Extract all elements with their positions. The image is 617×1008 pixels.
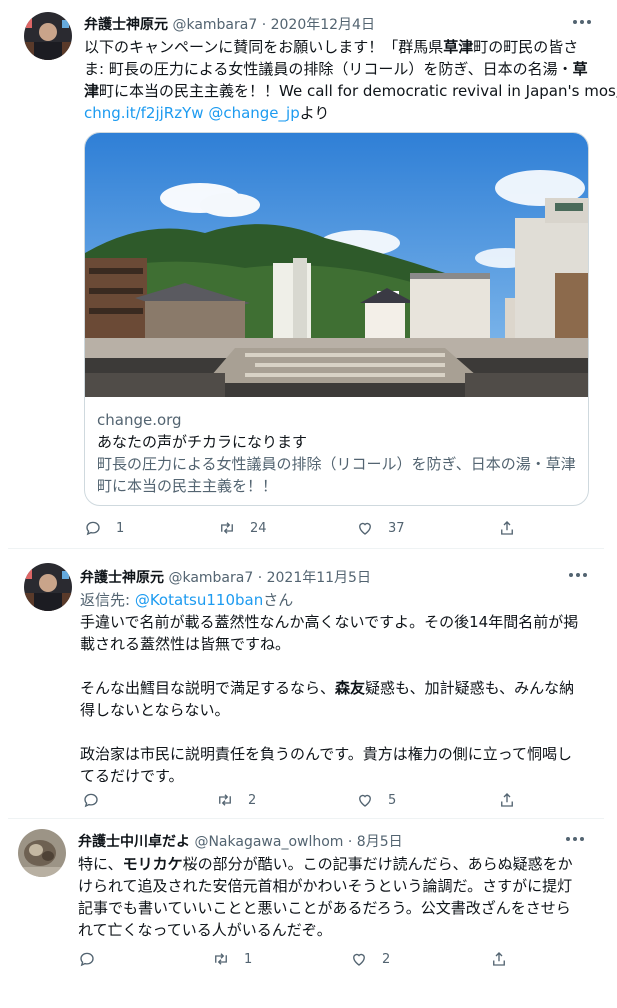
retweet-icon — [215, 953, 227, 965]
text-line: そんな出鱈目な説明で満足するなら、森友疑惑も、加計疑惑も、みんな納 — [80, 679, 575, 697]
reply-button[interactable] — [82, 790, 114, 810]
like-button[interactable]: 2 — [350, 949, 390, 969]
author-handle[interactable]: @Nakagawa_owlhom — [194, 834, 343, 850]
share-button[interactable] — [498, 790, 516, 810]
share-icon — [501, 793, 513, 807]
author-handle[interactable]: @kambara7 — [172, 17, 257, 33]
like-count: 37 — [388, 520, 405, 536]
like-button[interactable]: 5 — [356, 790, 396, 810]
reply-icon — [84, 793, 98, 808]
link-card[interactable]: change.org あなたの声がチカラになります 町長の圧力による女性議員の排… — [84, 132, 589, 506]
author-handle[interactable]: @kambara7 — [168, 570, 253, 586]
text-line: 得しないとならない。 — [80, 701, 230, 719]
tweet-text: 返信先: @Kotatsu110banさん 手違いで名前が載る蓋然性なんか高くな… — [80, 589, 596, 787]
tweet-3[interactable]: 弁護士中川卓だよ @Nakagawa_owlhom · 8月5日 特に、モリカケ… — [4, 819, 600, 979]
mention-link[interactable]: @change_jp — [208, 104, 299, 122]
like-icon — [353, 953, 365, 966]
like-count: 5 — [388, 792, 397, 808]
author-name[interactable]: 弁護士神原元 — [80, 570, 164, 586]
text-line: 載される蓋然性は皆無ですね。 — [80, 635, 291, 653]
text-line: 記事でも書いていいことと悪いことがあるだろう。公文書改ざんをさせら — [78, 899, 571, 917]
dot-separator: · — [261, 17, 267, 33]
card-body: change.org あなたの声がチカラになります 町長の圧力による女性議員の排… — [97, 409, 576, 497]
avatar[interactable] — [24, 12, 72, 60]
avatar[interactable] — [24, 563, 72, 611]
text-line: chng.it/f2jjRzYw @change_jpより — [84, 104, 330, 122]
text-line: 津町に本当の民主主義を！！We call for democratic revi… — [84, 82, 617, 100]
tweet-1[interactable]: 弁護士神原元 @kambara7 · 2020年12月4日 以下のキャンペーンに… — [8, 0, 617, 548]
reply-icon — [86, 521, 100, 536]
tweet-header: 弁護士神原元 @kambara7 · 2021年11月5日 — [80, 567, 371, 587]
avatar[interactable] — [18, 829, 66, 877]
text-line: れて亡くなっている人がいるんだぞ。 — [78, 921, 332, 939]
like-icon — [359, 522, 371, 535]
action-bar: 2 5 — [80, 790, 596, 810]
dot-separator: · — [257, 570, 263, 586]
tweet-date[interactable]: 2020年12月4日 — [271, 17, 375, 33]
tweet-date[interactable]: 8月5日 — [357, 834, 403, 850]
card-domain: change.org — [97, 411, 182, 429]
card-title: あなたの声がチカラになります — [97, 433, 308, 451]
retweet-count: 1 — [244, 951, 253, 967]
card-image — [85, 133, 588, 397]
dot-separator: · — [347, 834, 353, 850]
text-line: 特に、モリカケ桜の部分が酷い。この記事だけ読んだら、あらぬ疑惑をか — [78, 855, 573, 873]
text-line — [80, 655, 596, 677]
author-name[interactable]: 弁護士中川卓だよ — [78, 834, 190, 850]
tweet-header: 弁護士中川卓だよ @Nakagawa_owlhom · 8月5日 — [78, 831, 403, 851]
author-name[interactable]: 弁護士神原元 — [84, 17, 168, 33]
like-count: 2 — [382, 951, 391, 967]
retweet-button[interactable]: 2 — [216, 790, 256, 810]
share-icon — [493, 952, 505, 966]
tweet-text: 以下のキャンペーンに賛同をお願いします！「群馬県草津町の町民の皆さ ま: 町長の… — [84, 36, 617, 124]
text-line — [80, 721, 596, 743]
more-icon[interactable] — [566, 836, 586, 842]
short-link[interactable]: chng.it/f2jjRzYw — [84, 104, 204, 122]
share-button[interactable] — [498, 518, 516, 538]
card-description: 町に本当の民主主義を！！ — [97, 477, 278, 495]
text-line: ま: 町長の圧力による女性議員の排除（リコール）を防ぎ、日本の名湯・草 — [84, 60, 588, 78]
action-bar: 1 2 — [78, 949, 592, 969]
reply-count: 1 — [116, 520, 125, 536]
tweet-2[interactable]: 弁護士神原元 @kambara7 · 2021年11月5日 返信先: @Kota… — [8, 549, 604, 818]
card-description: 町長の圧力による女性議員の排除（リコール）を防ぎ、日本の湯・草津 — [97, 455, 576, 473]
text-line: 以下のキャンペーンに賛同をお願いします！「群馬県草津町の町民の皆さ — [84, 38, 579, 56]
retweet-icon — [221, 522, 233, 534]
more-icon[interactable] — [569, 572, 589, 578]
text-line: 手違いで名前が載る蓋然性なんか高くないですよ。その後14年間名前が掲 — [80, 613, 579, 631]
tweet-text: 特に、モリカケ桜の部分が酷い。この記事だけ読んだら、あらぬ疑惑をか けられて追及… — [78, 853, 592, 941]
text-line: てるだけです。 — [80, 767, 184, 785]
tweet-header: 弁護士神原元 @kambara7 · 2020年12月4日 — [84, 14, 375, 34]
reply-context: 返信先: @Kotatsu110banさん — [80, 591, 294, 609]
mention-link[interactable]: @Kotatsu110ban — [135, 591, 263, 609]
text-line: 政治家は市民に説明責任を負うのんです。貴方は権力の側に立って恫喝し — [80, 745, 573, 763]
reply-button[interactable] — [78, 949, 110, 969]
tweet-date[interactable]: 2021年11月5日 — [267, 570, 371, 586]
like-icon — [359, 794, 371, 807]
retweet-button[interactable]: 24 — [218, 518, 267, 538]
text-line: けられて追及された安倍元首相がかわいそうという論調だ。さすがに提灯 — [78, 877, 573, 895]
more-icon[interactable] — [573, 19, 593, 25]
reply-button[interactable]: 1 — [84, 518, 124, 538]
retweet-count: 2 — [248, 792, 257, 808]
like-button[interactable]: 37 — [356, 518, 405, 538]
share-button[interactable] — [490, 949, 508, 969]
retweet-count: 24 — [250, 520, 267, 536]
retweet-icon — [219, 794, 231, 806]
reply-icon — [80, 952, 94, 967]
share-icon — [501, 521, 513, 535]
retweet-button[interactable]: 1 — [212, 949, 252, 969]
action-bar: 1 24 37 — [84, 518, 594, 538]
